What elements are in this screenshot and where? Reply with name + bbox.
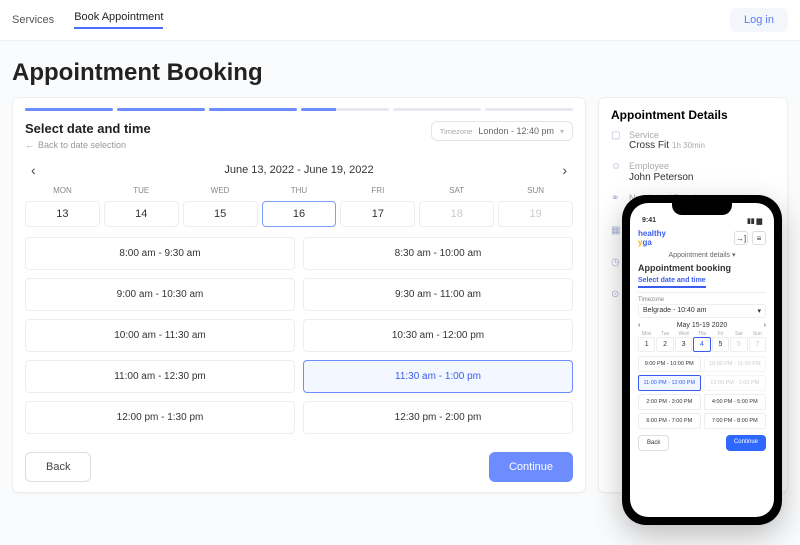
details-title: Appointment Details [611,108,775,122]
prev-week-button[interactable]: ‹ [25,160,42,180]
back-to-date-link[interactable]: ← Back to date selection [25,140,431,150]
mobile-slot[interactable]: 7:00 PM - 8:00 PM [704,413,767,429]
day-18[interactable]: 18 [419,201,494,227]
mobile-day[interactable]: 1 [638,337,655,352]
mobile-day[interactable]: 4 [693,337,710,352]
mobile-back-button[interactable]: Back [638,435,669,451]
chevron-down-icon: ▾ [560,127,564,136]
user-icon: ☺ [611,161,623,172]
mobile-slot[interactable]: 10:00 PM - 11:00 PM [704,356,767,372]
mobile-slot[interactable]: 4:00 PM - 5:00 PM [704,394,767,410]
date-range: June 13, 2022 - June 19, 2022 [224,164,373,176]
nav-services[interactable]: Services [12,14,54,26]
mobile-day[interactable]: 7 [749,337,766,352]
day-16[interactable]: 16 [262,201,337,227]
time-slot[interactable]: 9:30 am - 11:00 am [303,278,573,311]
signal-icon: ▮▮ ▆ [747,217,762,225]
mobile-next-week[interactable]: › [764,322,766,329]
mobile-day[interactable]: 5 [712,337,729,352]
page-title: Appointment Booking [0,41,800,97]
mobile-slot[interactable]: 11:00 PM - 12:00 PM [638,375,701,391]
progress-bar [25,108,573,111]
mobile-slot[interactable]: 9:00 PM - 10:00 PM [638,356,701,372]
nav-book-appointment[interactable]: Book Appointment [74,11,163,29]
time-slot[interactable]: 8:00 am - 9:30 am [25,237,295,270]
mobile-section: Select date and time [638,277,706,288]
time-slot[interactable]: 11:00 am - 12:30 pm [25,360,295,393]
day-13[interactable]: 13 [25,201,100,227]
day-19[interactable]: 19 [498,201,573,227]
time-slot-selected[interactable]: 11:30 am - 1:00 pm [303,360,573,393]
booking-wizard: Timezone London - 12:40 pm ▾ Select date… [12,97,586,493]
day-17[interactable]: 17 [340,201,415,227]
mobile-slot[interactable]: 2:00 PM - 3:00 PM [638,394,701,410]
mobile-breadcrumb[interactable]: Appointment details ▾ [638,251,766,259]
mobile-continue-button[interactable]: Continue [726,435,766,451]
time-slot[interactable]: 10:30 am - 12:00 pm [303,319,573,352]
mobile-day[interactable]: 2 [656,337,673,352]
time-slot[interactable]: 12:00 pm - 1:30 pm [25,401,295,434]
back-button[interactable]: Back [25,452,91,482]
mobile-preview: 9:41▮▮ ▆ healthyyga →]≡ Appointment deta… [622,195,782,525]
login-icon[interactable]: →] [734,231,748,245]
mobile-day[interactable]: 3 [675,337,692,352]
time-slots: 8:00 am - 9:30 am 8:30 am - 10:00 am 9:0… [25,237,573,434]
menu-icon[interactable]: ≡ [752,231,766,245]
weekday-labels: MON TUE WED THU FRI SAT SUN [25,186,573,195]
mobile-title: Appointment booking [638,263,766,273]
timezone-select[interactable]: Timezone London - 12:40 pm ▾ [431,121,573,141]
time-slot[interactable]: 8:30 am - 10:00 am [303,237,573,270]
time-slot[interactable]: 9:00 am - 10:30 am [25,278,295,311]
time-slot[interactable]: 10:00 am - 11:30 am [25,319,295,352]
people-icon: ⚭ [611,193,623,204]
login-button[interactable]: Log in [730,8,788,32]
mobile-day[interactable]: 5 [730,337,747,352]
time-slot[interactable]: 12:30 pm - 2:00 pm [303,401,573,434]
continue-button[interactable]: Continue [489,452,573,482]
arrow-left-icon: ← [25,140,34,150]
day-15[interactable]: 15 [183,201,258,227]
chevron-down-icon: ▾ [732,252,736,259]
mobile-slot[interactable]: 6:00 PM - 7:00 PM [638,413,701,429]
briefcase-icon: ▢ [611,130,623,141]
next-week-button[interactable]: › [556,160,573,180]
mobile-slot[interactable]: 12:00 PM - 1:00 PM [704,375,767,391]
mobile-prev-week[interactable]: ‹ [638,322,640,329]
mobile-timezone[interactable]: Belgrade - 10:40 am▾ [638,304,766,318]
day-14[interactable]: 14 [104,201,179,227]
mobile-logo: healthyyga [638,229,666,247]
top-nav: Services Book Appointment Log in [0,0,800,41]
